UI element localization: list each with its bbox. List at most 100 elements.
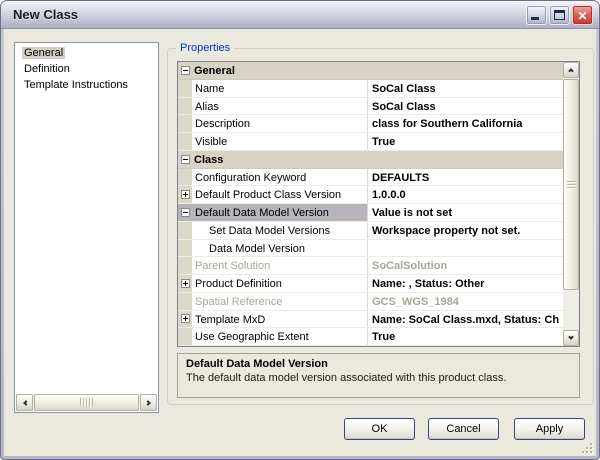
row-margin: [178, 328, 192, 345]
expand-toggle-icon[interactable]: [180, 65, 190, 75]
property-value[interactable]: [367, 62, 563, 79]
apply-button[interactable]: Apply: [514, 418, 585, 440]
property-value[interactable]: Name: , Status: Other: [367, 275, 563, 292]
row-margin: [178, 133, 192, 150]
ok-button[interactable]: OK: [344, 418, 415, 440]
property-row: Name SoCal Class: [178, 79, 563, 98]
row-margin: [178, 79, 192, 97]
close-icon: ✕: [577, 9, 588, 23]
close-button[interactable]: ✕: [572, 5, 593, 25]
row-margin: [178, 168, 192, 186]
property-label[interactable]: Use Geographic Extent: [192, 328, 367, 345]
chevron-right-icon: [144, 399, 151, 406]
resize-grip[interactable]: [579, 440, 592, 453]
property-value[interactable]: SoCal Class: [367, 79, 563, 97]
property-label[interactable]: General: [192, 62, 367, 79]
property-label[interactable]: Parent Solution: [192, 257, 367, 274]
property-value[interactable]: Workspace property not set.: [367, 221, 563, 239]
property-label[interactable]: Class: [192, 151, 367, 168]
property-row: Alias SoCal Class: [178, 97, 563, 116]
vertical-scrollbar[interactable]: [563, 62, 579, 346]
property-label[interactable]: Visible: [192, 133, 367, 150]
row-margin: [178, 292, 192, 310]
property-grid: General Name SoCal Class Alias SoCal Cla…: [177, 61, 580, 347]
property-value[interactable]: True: [367, 328, 563, 345]
thumb-grip-icon: [80, 398, 93, 407]
horizontal-scroll-thumb[interactable]: [34, 394, 139, 411]
horizontal-scrollbar[interactable]: [16, 394, 157, 411]
row-margin: [178, 310, 192, 328]
pages-listbox: General Definition Template Instructions: [14, 42, 159, 413]
minimize-button[interactable]: [526, 5, 547, 25]
scroll-down-button[interactable]: [563, 330, 579, 346]
property-label[interactable]: Default Data Model Version: [192, 204, 367, 221]
row-margin: [178, 97, 192, 115]
property-value[interactable]: [367, 239, 563, 257]
maximize-icon: [554, 10, 565, 20]
property-value[interactable]: class for Southern California: [367, 115, 563, 132]
property-row: Parent Solution SoCalSolution: [178, 257, 563, 275]
sidebar-item-label: General: [22, 47, 66, 59]
sidebar-item-general[interactable]: General: [17, 45, 156, 61]
property-row: Default Data Model Version Value is not …: [178, 204, 563, 222]
property-row: Description class for Southern Californi…: [178, 115, 563, 133]
property-row: Set Data Model Versions Workspace proper…: [178, 221, 563, 240]
minimize-icon: [531, 17, 539, 20]
thumb-grip-icon: [566, 180, 576, 189]
property-value[interactable]: SoCalSolution: [367, 257, 563, 274]
row-margin: [178, 186, 192, 203]
row-margin: [178, 239, 192, 257]
expand-toggle-icon[interactable]: [180, 190, 190, 200]
property-value[interactable]: [367, 151, 563, 168]
description-title: Default Data Model Version: [186, 358, 328, 370]
property-value[interactable]: Name: SoCal Class.mxd, Status: Ch: [367, 310, 563, 328]
row-margin: [178, 275, 192, 292]
grid-rows: General Name SoCal Class Alias SoCal Cla…: [178, 62, 563, 346]
sidebar-item-definition[interactable]: Definition: [17, 61, 156, 77]
expand-toggle-icon[interactable]: [180, 207, 190, 217]
scroll-left-button[interactable]: [16, 394, 33, 411]
property-label[interactable]: Spatial Reference: [192, 293, 367, 310]
property-value[interactable]: 1.0.0.0: [367, 186, 563, 203]
property-value[interactable]: SoCal Class: [367, 97, 563, 115]
sidebar-list: General Definition Template Instructions: [17, 45, 156, 393]
row-margin: [178, 221, 192, 239]
property-value[interactable]: GCS_WGS_1984: [367, 292, 563, 310]
row-margin: [178, 115, 192, 132]
cancel-button[interactable]: Cancel: [428, 418, 499, 440]
property-label[interactable]: Default Product Class Version: [192, 186, 367, 203]
property-row: Default Product Class Version 1.0.0.0: [178, 186, 563, 204]
property-label[interactable]: Set Data Model Versions: [192, 222, 367, 239]
vertical-scroll-thumb[interactable]: [563, 79, 579, 290]
maximize-button[interactable]: [549, 5, 570, 25]
property-row: Visible True: [178, 133, 563, 151]
row-margin: [178, 257, 192, 274]
property-label[interactable]: Template MxD: [192, 311, 367, 328]
property-label[interactable]: Description: [192, 115, 367, 132]
expand-toggle-icon[interactable]: [180, 278, 190, 288]
new-class-dialog: New Class ✕ General Definition Template …: [0, 0, 600, 460]
description-text: The default data model version associate…: [186, 372, 507, 384]
title-bar[interactable]: New Class ✕: [1, 1, 599, 29]
property-label[interactable]: Alias: [192, 98, 367, 115]
row-margin: [178, 151, 192, 168]
scroll-right-button[interactable]: [140, 394, 157, 411]
property-label[interactable]: Configuration Keyword: [192, 169, 367, 186]
sidebar-item-label: Template Instructions: [24, 79, 128, 91]
property-value[interactable]: DEFAULTS: [367, 168, 563, 186]
property-label[interactable]: Product Definition: [192, 275, 367, 292]
scroll-up-button[interactable]: [563, 62, 579, 78]
property-label[interactable]: Data Model Version: [192, 240, 367, 257]
description-panel: Default Data Model Version The default d…: [177, 353, 580, 398]
property-value[interactable]: True: [367, 133, 563, 150]
expand-toggle-icon[interactable]: [180, 154, 190, 164]
property-label[interactable]: Name: [192, 80, 367, 97]
expand-toggle-icon[interactable]: [180, 314, 190, 324]
window-controls: ✕: [526, 5, 593, 25]
property-value[interactable]: Value is not set: [367, 204, 563, 221]
row-margin: [178, 62, 192, 79]
chevron-down-icon: [568, 334, 574, 340]
sidebar-item-template-instructions[interactable]: Template Instructions: [17, 77, 156, 93]
dialog-client-area: General Definition Template Instructions…: [4, 29, 596, 456]
property-row: Spatial Reference GCS_WGS_1984: [178, 292, 563, 311]
